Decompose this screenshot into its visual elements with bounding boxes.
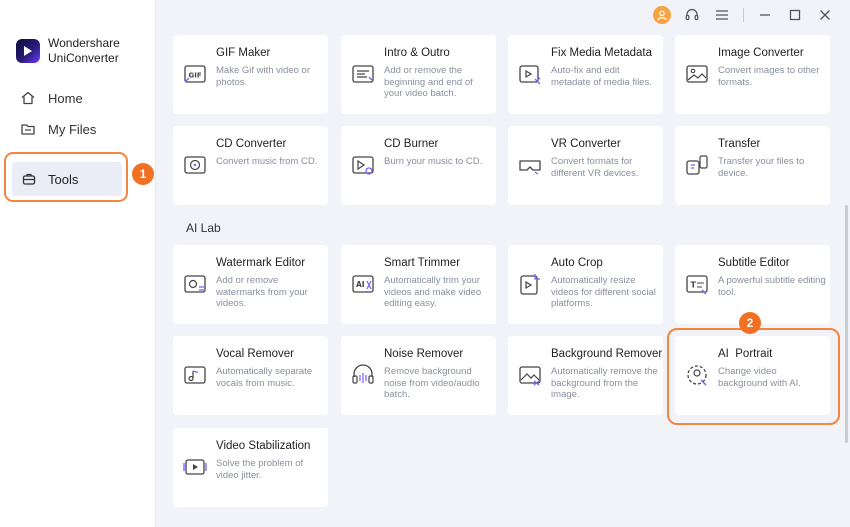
home-icon <box>20 90 36 106</box>
avatar[interactable] <box>653 6 671 24</box>
tool-title: Video Stabilization <box>216 440 311 452</box>
highlight-ring-ai-portrait <box>667 328 840 425</box>
tool-description: Automatically resize videos for differen… <box>551 275 656 309</box>
support-headset-icon[interactable] <box>683 6 701 24</box>
bg-remove-icon <box>517 362 543 388</box>
tool-card-watermark-editor[interactable]: Watermark Editor Add or remove watermark… <box>173 245 328 324</box>
tool-description: Automatically separate vocals from music… <box>216 366 313 389</box>
sidebar-item-my-files[interactable]: My Files <box>20 118 96 140</box>
tool-description: Auto-fix and edit metadate of media file… <box>551 65 652 88</box>
tool-card-transfer[interactable]: Transfer Transfer your files to device. <box>675 126 830 205</box>
svg-text:AI: AI <box>356 280 365 289</box>
tool-title: Vocal Remover <box>216 348 294 360</box>
tool-card-video-stabilization[interactable]: Video Stabilization Solve the problem of… <box>173 428 328 507</box>
tool-card-smart-trimmer[interactable]: AI Smart Trimmer Automatically trim your… <box>341 245 496 324</box>
stabilize-icon <box>182 454 208 480</box>
tool-card-background-remover[interactable]: Background Remover Automatically remove … <box>508 336 663 415</box>
close-icon[interactable] <box>816 6 834 24</box>
ai-trim-icon: AI <box>350 271 376 297</box>
tool-card-vocal-remover[interactable]: Vocal Remover Automatically separate voc… <box>173 336 328 415</box>
tool-title: VR Converter <box>551 138 621 150</box>
title-bar-controls <box>653 6 834 24</box>
tool-title: Background Remover <box>551 348 663 360</box>
tool-description: Transfer your files to device. <box>718 156 805 179</box>
tool-title: Auto Crop <box>551 257 603 269</box>
tool-title: Image Converter <box>718 47 804 59</box>
tool-description: Convert images to other formats. <box>718 65 820 88</box>
sidebar-item-home[interactable]: Home <box>20 87 83 109</box>
tool-description: Remove background noise from video/audio… <box>384 366 480 400</box>
vocal-icon <box>182 362 208 388</box>
tool-description: Add or remove watermarks from your video… <box>216 275 308 309</box>
folder-icon <box>20 121 36 137</box>
tool-description: Convert formats for different VR devices… <box>551 156 639 179</box>
tool-title: Smart Trimmer <box>384 257 461 269</box>
tool-card-cd-converter[interactable]: CD Converter Convert music from CD. <box>173 126 328 205</box>
tool-card-image-converter[interactable]: Image Converter Convert images to other … <box>675 35 830 114</box>
tool-title: Fix Media Metadata <box>551 47 652 59</box>
headphones-icon <box>350 362 376 388</box>
tool-title: GIF Maker <box>216 47 271 59</box>
sidebar: Wondershare UniConverter Home My Files T… <box>0 0 156 527</box>
tool-card-fix-media-metadata[interactable]: Fix Media Metadata Auto-fix and edit met… <box>508 35 663 114</box>
transfer-icon <box>684 152 710 178</box>
tool-card-auto-crop[interactable]: Auto Crop Automatically resize videos fo… <box>508 245 663 324</box>
subtitle-icon: T <box>684 271 710 297</box>
metadata-icon <box>517 61 543 87</box>
app-name: Wondershare UniConverter <box>48 36 120 65</box>
intro-outro-icon <box>350 61 376 87</box>
tool-title: Subtitle Editor <box>718 257 790 269</box>
tool-card-gif-maker[interactable]: GIF GIF Maker Make Gif with video or pho… <box>173 35 328 114</box>
tools-content: GIF GIF Maker Make Gif with video or pho… <box>156 30 836 527</box>
vr-icon <box>517 152 543 178</box>
gif-icon: GIF <box>182 61 208 87</box>
tool-card-vr-converter[interactable]: VR Converter Convert formats for differe… <box>508 126 663 205</box>
scrollbar-thumb[interactable] <box>845 205 848 443</box>
minimize-icon[interactable] <box>756 6 774 24</box>
image-icon <box>684 61 710 87</box>
title-bar-divider <box>743 8 744 22</box>
svg-text:GIF: GIF <box>189 72 202 80</box>
crop-icon <box>517 271 543 297</box>
tool-title: CD Burner <box>384 138 439 150</box>
tool-card-noise-remover[interactable]: Noise Remover Remove background noise fr… <box>341 336 496 415</box>
watermark-icon <box>182 271 208 297</box>
svg-text:T: T <box>691 281 697 290</box>
sidebar-item-label: My Files <box>48 121 97 137</box>
tool-description: Add or remove the beginning and end of y… <box>384 65 473 99</box>
tool-card-cd-burner[interactable]: CD Burner Burn your music to CD. <box>341 126 496 205</box>
tool-description: Make Gif with video or photos. <box>216 65 310 88</box>
sidebar-item-label: Home <box>48 90 83 106</box>
maximize-icon[interactable] <box>786 6 804 24</box>
cd-icon <box>182 152 208 178</box>
tool-description: Automatically trim your videos and make … <box>384 275 482 309</box>
tool-description: A powerful subtitle editing tool. <box>718 275 826 298</box>
menu-icon[interactable] <box>713 6 731 24</box>
tool-description: Convert music from CD. <box>216 156 318 167</box>
tool-title: CD Converter <box>216 138 287 150</box>
step-badge-2: 2 <box>739 312 761 334</box>
tool-title: Intro & Outro <box>384 47 450 59</box>
tool-title: Watermark Editor <box>216 257 306 269</box>
tool-description: Solve the problem of video jitter. <box>216 458 304 481</box>
uniconverter-logo-icon <box>16 39 40 63</box>
tool-title: Transfer <box>718 138 761 150</box>
tool-description: Automatically remove the background from… <box>551 366 658 400</box>
tool-title: Noise Remover <box>384 348 464 360</box>
brand: Wondershare UniConverter <box>16 36 128 66</box>
section-heading-ai-lab: AI Lab <box>186 221 221 235</box>
highlight-ring-tools <box>4 152 128 202</box>
cd-burner-icon <box>350 152 376 178</box>
tool-card-intro-outro[interactable]: Intro & Outro Add or remove the beginnin… <box>341 35 496 114</box>
step-badge-1: 1 <box>132 163 154 185</box>
tool-description: Burn your music to CD. <box>384 156 483 167</box>
